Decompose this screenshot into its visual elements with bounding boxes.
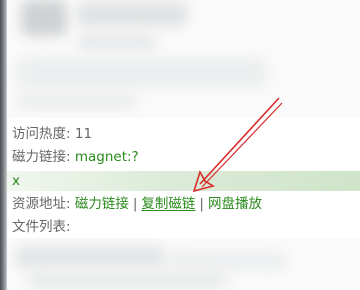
visits-label: 访问热度: (12, 126, 71, 142)
blurred-header (7, 0, 360, 118)
blurred-content (17, 94, 137, 108)
magnet-row: 磁力链接: magnet:? (12, 147, 139, 167)
blurred-content (27, 272, 227, 288)
blurred-file-list (7, 238, 360, 290)
magnet-label: 磁力链接: (12, 149, 71, 165)
magnet-continuation: x (7, 171, 360, 191)
visits-row: 访问热度: 11 (12, 124, 92, 144)
cloud-play-link[interactable]: 网盘播放 (208, 196, 262, 212)
magnet-link[interactable]: 磁力链接 (75, 196, 129, 212)
blurred-content (167, 252, 287, 270)
resource-row: 资源地址: 磁力链接 | 复制磁链 | 网盘播放 (12, 194, 262, 214)
blurred-title (77, 2, 187, 26)
blurred-avatar (21, 0, 67, 36)
window-edge (0, 0, 7, 290)
resource-label: 资源地址: (12, 196, 71, 212)
copy-magnet-link[interactable]: 复制磁链 (141, 196, 195, 212)
magnet-value[interactable]: magnet:? (75, 149, 139, 165)
visits-value: 11 (74, 126, 93, 142)
separator: | (199, 196, 204, 212)
magnet-continuation-text[interactable]: x (12, 171, 20, 191)
separator: | (132, 196, 138, 212)
file-list-label: 文件列表: (12, 219, 71, 235)
file-list-row: 文件列表: (12, 217, 71, 237)
blurred-content (15, 246, 165, 268)
blurred-content (17, 58, 267, 88)
blurred-subtitle (77, 34, 157, 50)
